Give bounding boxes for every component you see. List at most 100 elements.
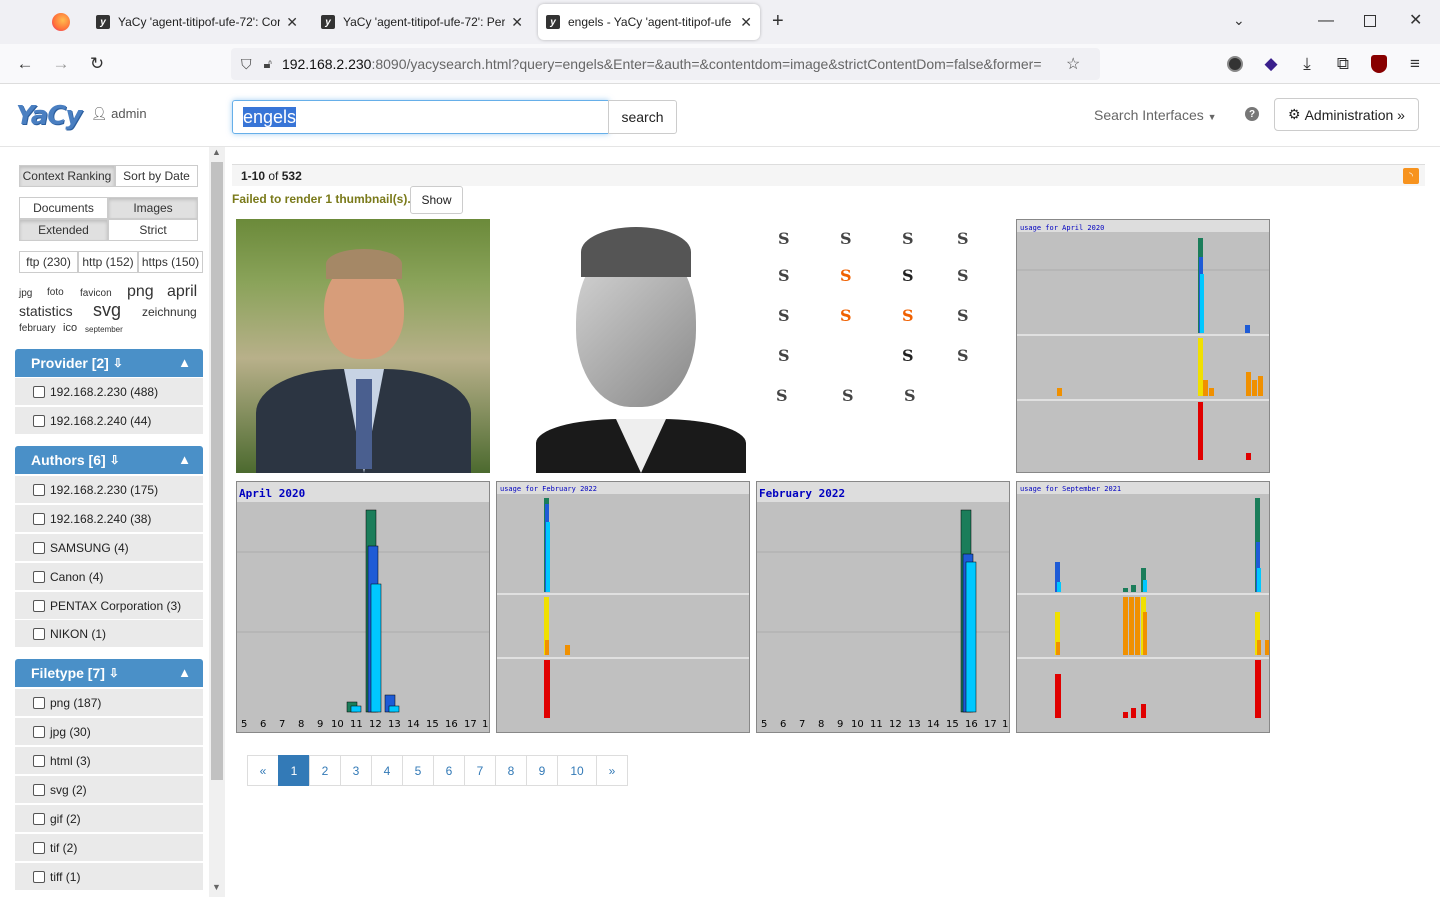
checkbox[interactable] <box>33 696 45 709</box>
checkbox[interactable] <box>33 483 45 496</box>
pagination-page[interactable]: 6 <box>433 755 465 786</box>
sidebar-scrollbar[interactable]: ▲ ▼ <box>209 147 225 897</box>
firefox-icon[interactable] <box>52 13 70 31</box>
download-icon[interactable]: ⤓ <box>1295 52 1319 76</box>
checkbox[interactable] <box>33 812 45 825</box>
tab-3-active[interactable]: y engels - YaCy 'agent-titipof-ufe ✕ <box>538 4 760 40</box>
checkbox[interactable] <box>33 385 45 398</box>
image-result-usage-chart[interactable]: usage for April 2020 <box>1016 219 1270 473</box>
image-result-portrait-bw[interactable] <box>496 219 750 473</box>
filetype-item[interactable]: tif (2) <box>15 833 203 861</box>
checkbox[interactable] <box>33 754 45 767</box>
pagination-page[interactable]: 7 <box>464 755 496 786</box>
search-interfaces-dropdown[interactable]: Search Interfaces ▼ <box>1094 107 1217 123</box>
filetype-item[interactable]: jpg (30) <box>15 717 203 745</box>
chevron-up-icon[interactable]: ▲ <box>178 355 191 370</box>
tag-link[interactable]: zeichnung <box>142 305 197 319</box>
sort-icon[interactable]: ⇩ <box>109 666 119 680</box>
chevron-up-icon[interactable]: ▲ <box>178 452 191 467</box>
extension-diamond-icon[interactable]: ◆ <box>1259 52 1283 76</box>
tag-link[interactable]: april <box>167 283 197 301</box>
checkbox[interactable] <box>33 841 45 854</box>
filetype-item[interactable]: png (187) <box>15 688 203 716</box>
shield-icon[interactable]: ⛉ <box>241 56 252 73</box>
sort-icon[interactable]: ⇩ <box>113 356 123 370</box>
bookmark-star-icon[interactable]: ☆ <box>1066 54 1080 74</box>
pagination-next[interactable]: » <box>596 755 628 786</box>
provider-facet-header[interactable]: Provider [2] ⇩ ▲ <box>15 349 203 377</box>
pagination-page[interactable]: 3 <box>340 755 372 786</box>
close-icon[interactable]: ✕ <box>286 14 298 31</box>
tag-link[interactable]: foto <box>47 287 64 298</box>
authors-item[interactable]: SAMSUNG (4) <box>15 533 203 561</box>
tag-link[interactable]: svg <box>93 300 121 321</box>
back-icon[interactable]: ← <box>13 52 37 76</box>
extended-button[interactable]: Extended <box>19 219 108 241</box>
ublock-icon[interactable] <box>1367 52 1391 76</box>
pagination-prev[interactable]: « <box>247 755 279 786</box>
pagination-page[interactable]: 1 <box>278 755 310 786</box>
image-result-february-chart[interactable]: February 2022 5 6 7 8 9 10 11 12 13 14 15 16 17 18 <box>756 481 1010 733</box>
administration-button[interactable]: ⚙ Administration » <box>1274 98 1419 131</box>
protocol-https-button[interactable]: https (150) <box>138 251 203 273</box>
provider-item[interactable]: 192.168.2.240 (44) <box>15 406 203 434</box>
filetype-item[interactable]: tiff (1) <box>15 862 203 890</box>
close-icon[interactable]: ✕ <box>511 14 523 31</box>
maximize-icon[interactable] <box>1364 15 1376 27</box>
filetype-item[interactable]: html (3) <box>15 746 203 774</box>
checkbox[interactable] <box>33 627 45 640</box>
checkbox[interactable] <box>33 414 45 427</box>
show-failed-button[interactable]: Show <box>410 186 463 214</box>
help-icon[interactable]: ? <box>1245 107 1259 121</box>
chevron-up-icon[interactable]: ▲ <box>178 665 191 680</box>
tab-1[interactable]: y YaCy 'agent-titipof-ufe-72': Cor ✕ <box>88 4 306 40</box>
tag-link[interactable]: favicon <box>80 288 112 299</box>
authors-item[interactable]: 192.168.2.240 (38) <box>15 504 203 532</box>
provider-item[interactable]: 192.168.2.230 (488) <box>15 377 203 405</box>
sort-icon[interactable]: ⇩ <box>110 453 120 467</box>
pagination-page[interactable]: 9 <box>526 755 558 786</box>
chevron-down-icon[interactable]: ⌄ <box>1233 12 1245 29</box>
extensions-icon[interactable]: ⧉ <box>1331 52 1355 76</box>
pagination-page[interactable]: 10 <box>557 755 597 786</box>
checkbox[interactable] <box>33 512 45 525</box>
search-button[interactable]: search <box>608 100 677 134</box>
image-result-april-chart[interactable]: April 2020 5 6 7 8 9 10 11 12 13 14 15 16 17 18 <box>236 481 490 733</box>
image-result-portrait-color[interactable] <box>236 219 490 473</box>
new-tab-icon[interactable]: + <box>772 10 784 33</box>
rss-icon[interactable]: ◝ <box>1403 168 1419 184</box>
tag-link[interactable]: february <box>19 323 56 334</box>
user-label[interactable]: 👤︎ admin <box>91 106 147 122</box>
scroll-down-icon[interactable]: ▼ <box>212 882 221 892</box>
protocol-http-button[interactable]: http (152) <box>78 251 138 273</box>
authors-item[interactable]: 192.168.2.230 (175) <box>15 475 203 503</box>
scrollbar-thumb[interactable] <box>211 162 223 780</box>
forward-icon[interactable]: → <box>49 52 73 76</box>
tag-link[interactable]: png <box>127 283 154 301</box>
close-window-icon[interactable]: ✕ <box>1409 10 1422 30</box>
checkbox[interactable] <box>33 570 45 583</box>
pagination-page[interactable]: 4 <box>371 755 403 786</box>
checkbox[interactable] <box>33 870 45 883</box>
pagination-page[interactable]: 2 <box>309 755 341 786</box>
tag-link[interactable]: statistics <box>19 303 73 319</box>
context-ranking-button[interactable]: Context Ranking <box>19 165 115 187</box>
filetype-item[interactable]: svg (2) <box>15 775 203 803</box>
authors-item[interactable]: Canon (4) <box>15 562 203 590</box>
url-bar[interactable]: ⛉ 🔓︎ 192.168.2.230:8090/yacysearch.html?… <box>231 48 1100 80</box>
authors-item[interactable]: PENTAX Corporation (3) <box>15 591 203 619</box>
images-button[interactable]: Images <box>108 197 198 219</box>
checkbox[interactable] <box>33 541 45 554</box>
tag-link[interactable]: september <box>85 325 123 334</box>
close-icon[interactable]: ✕ <box>740 14 752 31</box>
menu-icon[interactable]: ≡ <box>1403 52 1427 76</box>
yacy-logo[interactable]: YaCy <box>16 101 82 131</box>
documents-button[interactable]: Documents <box>19 197 108 219</box>
authors-item[interactable]: NIKON (1) <box>15 619 203 647</box>
filetype-item[interactable]: gif (2) <box>15 804 203 832</box>
minimize-icon[interactable]: — <box>1318 12 1334 30</box>
sort-by-date-button[interactable]: Sort by Date <box>115 165 198 187</box>
pagination-page[interactable]: 5 <box>402 755 434 786</box>
tab-2[interactable]: y YaCy 'agent-titipof-ufe-72': Per ✕ <box>313 4 531 40</box>
pagination-page[interactable]: 8 <box>495 755 527 786</box>
